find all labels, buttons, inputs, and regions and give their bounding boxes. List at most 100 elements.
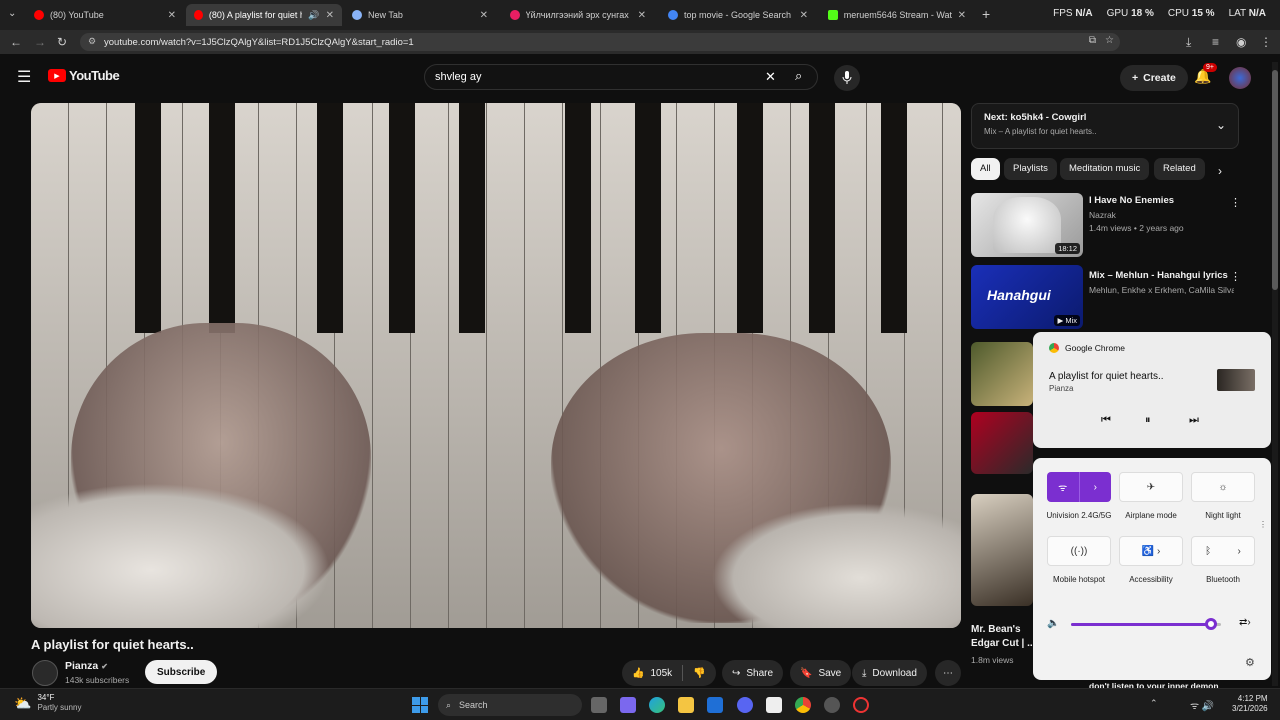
tab-new-tab[interactable]: New Tab ✕ — [344, 4, 496, 26]
volume-slider[interactable] — [1071, 618, 1221, 630]
downloads-icon[interactable]: ⤓ — [1186, 35, 1191, 50]
new-tab-button[interactable]: + — [982, 6, 990, 22]
channel-avatar[interactable] — [32, 660, 58, 686]
search-input[interactable]: shvleg ay ✕ ⌕ — [424, 64, 818, 90]
related-thumbnail[interactable] — [971, 494, 1033, 606]
wifi-toggle[interactable]: ᯤ › — [1047, 472, 1111, 502]
related-title[interactable]: Mr. Bean's Edgar Cut | ... — [971, 623, 1035, 651]
create-button[interactable]: + Create — [1120, 65, 1188, 91]
close-tab-icon[interactable]: ✕ — [168, 10, 176, 21]
close-tab-icon[interactable]: ✕ — [326, 10, 334, 21]
scrollbar-thumb[interactable] — [1272, 70, 1278, 290]
close-tab-icon[interactable]: ✕ — [638, 10, 646, 21]
chevron-up-icon[interactable]: ⌃ — [1150, 698, 1158, 709]
tab-youtube[interactable]: (80) YouTube ✕ — [26, 4, 184, 26]
voice-search-button[interactable] — [834, 65, 860, 91]
more-vert-icon[interactable]: ⋮ — [1230, 270, 1241, 283]
wifi-icon[interactable]: ᯤ 🔊 — [1190, 698, 1214, 712]
tab-google-search[interactable]: top movie - Google Search ✕ — [660, 4, 816, 26]
app-icon[interactable] — [853, 697, 869, 713]
volume-fill — [1071, 623, 1211, 626]
clear-search-icon[interactable]: ✕ — [765, 69, 776, 85]
related-title[interactable]: Mix – Mehlun - Hanahgui lyrics — [1089, 270, 1229, 281]
bluetooth-toggle[interactable]: ᛒ › — [1191, 536, 1255, 566]
chevron-right-icon[interactable]: › — [1237, 546, 1240, 557]
volume-thumb[interactable] — [1204, 618, 1217, 630]
file-explorer-icon[interactable] — [678, 697, 694, 713]
forward-icon[interactable]: → — [34, 35, 46, 49]
related-thumbnail[interactable] — [971, 342, 1033, 406]
teams-icon[interactable] — [620, 697, 636, 713]
windows-start-icon[interactable] — [412, 697, 428, 713]
page-dots-icon[interactable]: ⋮ — [1259, 520, 1267, 529]
discord-icon[interactable] — [737, 697, 753, 713]
volume-icon[interactable]: 🔈 — [1047, 618, 1059, 629]
close-tab-icon[interactable]: ✕ — [958, 10, 966, 21]
taskbar-search[interactable]: ⌕ Search — [438, 694, 582, 716]
site-info-icon[interactable]: ⚙ — [88, 36, 96, 47]
microsoft-store-icon[interactable] — [707, 697, 723, 713]
extension-icon[interactable]: ◉ — [1236, 35, 1246, 49]
search-icon[interactable]: ⌕ — [795, 68, 802, 84]
mobile-hotspot-toggle[interactable]: ((·)) — [1047, 536, 1111, 566]
reading-list-icon[interactable]: ≡ — [1212, 35, 1219, 49]
night-light-toggle[interactable]: ☼ — [1191, 472, 1255, 502]
close-tab-icon[interactable]: ✕ — [480, 10, 488, 21]
channel-name[interactable]: Pianza ✔ — [65, 660, 108, 672]
bookmark-star-icon[interactable]: ☆ — [1105, 35, 1114, 46]
related-thumbnail[interactable]: 18:12 — [971, 193, 1083, 257]
address-bar[interactable]: ⚙ youtube.com/watch?v=1J5ClzQAlgY&list=R… — [80, 33, 1120, 51]
task-view-icon[interactable] — [591, 697, 607, 713]
menu-icon[interactable]: ⋮ — [1260, 35, 1272, 49]
weather-widget[interactable]: ⛅ 34°F Partly sunny — [14, 693, 81, 713]
tab-playlist[interactable]: (80) A playlist for quiet hea... 🔊 ✕ — [186, 4, 342, 26]
thumbs-up-icon[interactable]: 👍 — [632, 668, 644, 679]
settings-icon[interactable] — [824, 697, 840, 713]
chip-all[interactable]: All — [971, 158, 1000, 180]
like-count[interactable]: 105k — [650, 668, 672, 679]
thumbs-down-icon[interactable]: 👎 — [693, 668, 705, 679]
clock[interactable]: 4:12 PM 3/21/2026 — [1232, 694, 1268, 714]
chip-related[interactable]: Related — [1154, 158, 1205, 180]
next-track-icon[interactable]: ⏭ — [1189, 414, 1199, 427]
settings-gear-icon[interactable]: ⚙ — [1245, 656, 1255, 669]
chevron-down-icon[interactable]: ⌄ — [1216, 118, 1226, 132]
download-button[interactable]: ⤓ Download — [852, 660, 927, 686]
speaker-icon[interactable]: 🔊 — [308, 10, 319, 21]
edge-icon[interactable] — [649, 697, 665, 713]
scrollbar[interactable] — [1272, 62, 1278, 686]
related-thumbnail[interactable] — [971, 412, 1033, 474]
chevron-right-icon[interactable]: › — [1080, 472, 1112, 502]
hamburger-menu-icon[interactable]: ☰ — [17, 67, 31, 87]
audio-output-icon[interactable]: ⇄› — [1239, 617, 1251, 628]
related-thumbnail[interactable]: Hanahgui ▶ Mix — [971, 265, 1083, 329]
chip-playlists[interactable]: Playlists — [1004, 158, 1057, 180]
video-player[interactable] — [31, 103, 961, 628]
pause-icon[interactable]: ⏸ — [1145, 414, 1151, 427]
chrome-icon[interactable] — [795, 697, 811, 713]
tab-search-icon[interactable]: ⌄ — [8, 8, 16, 19]
previous-track-icon[interactable]: ⏮ — [1101, 414, 1111, 427]
close-tab-icon[interactable]: ✕ — [800, 10, 808, 21]
youtube-logo[interactable]: ▶ YouTube — [48, 68, 120, 83]
more-vert-icon[interactable]: ⋮ — [1230, 196, 1241, 209]
back-icon[interactable]: ← — [10, 35, 22, 49]
install-icon[interactable]: ⧉ — [1089, 35, 1096, 46]
subscribe-button[interactable]: Subscribe — [145, 660, 218, 684]
wifi-icon[interactable]: ᯤ — [1047, 472, 1080, 502]
accessibility-toggle[interactable]: ♿ › — [1119, 536, 1183, 566]
reload-icon[interactable]: ↻ — [57, 35, 67, 49]
chevron-right-icon[interactable]: › — [1218, 164, 1222, 178]
next-up-panel[interactable]: Next: ko5hk4 - Cowgirl Mix – A playlist … — [971, 103, 1239, 149]
avatar[interactable] — [1229, 67, 1251, 89]
share-button[interactable]: ↪ Share — [722, 660, 784, 686]
notifications-button[interactable]: 🔔 9+ — [1194, 63, 1217, 85]
airplane-mode-toggle[interactable]: ✈ — [1119, 472, 1183, 502]
tab-kick[interactable]: meruem5646 Stream - Watch L... ✕ — [820, 4, 974, 26]
notepad-icon[interactable] — [766, 697, 782, 713]
chip-meditation-music[interactable]: Meditation music — [1060, 158, 1150, 180]
more-actions-button[interactable]: ⋯ — [935, 660, 961, 686]
save-button[interactable]: 🔖 Save — [790, 660, 852, 686]
tab-tipmn[interactable]: Үйлчилгээний эрх сунгах | Tip... ✕ — [502, 4, 654, 26]
related-title[interactable]: I Have No Enemies — [1089, 195, 1229, 206]
